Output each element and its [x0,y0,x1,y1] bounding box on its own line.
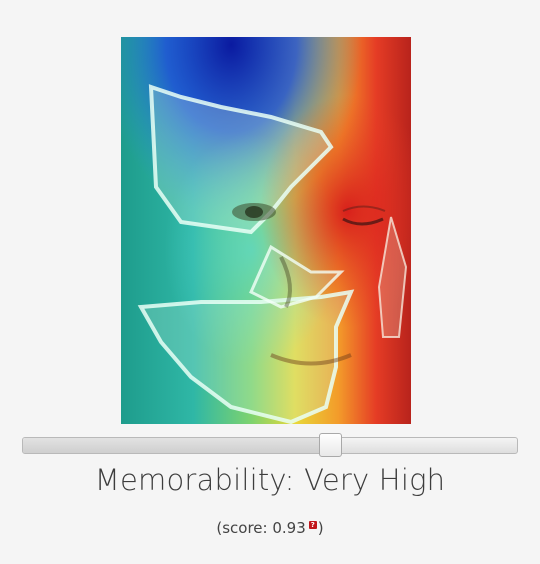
score-line: (score: 0.93?) [0,519,540,537]
score-suffix: ) [317,519,324,537]
memorability-slider[interactable] [22,433,518,457]
question-mark-icon[interactable]: ? [308,521,317,529]
memorability-label: Memorability: [94,463,295,497]
score-prefix: (score: [216,519,273,537]
slider-handle[interactable] [319,433,342,457]
heatmap-image [121,37,411,424]
face-heatmap-graphic [121,37,411,424]
memorability-result: Memorability: Very High [0,463,540,497]
memorability-value: Very High [304,463,446,497]
memorability-page: Memorability: Very High (score: 0.93?) [0,0,540,564]
slider-fill [23,438,330,453]
score-value: 0.93 [272,519,306,537]
